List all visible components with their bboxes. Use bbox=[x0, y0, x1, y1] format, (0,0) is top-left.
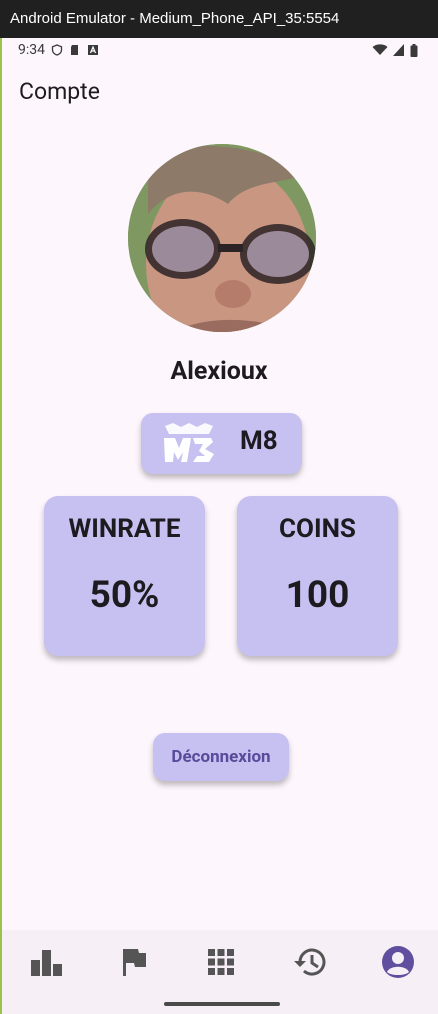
coins-card: COINS 100 bbox=[237, 496, 398, 656]
winrate-label: WINRATE bbox=[68, 514, 181, 544]
nav-history[interactable] bbox=[290, 944, 330, 980]
account-circle-icon bbox=[382, 946, 414, 978]
status-time: 9:34 bbox=[18, 42, 45, 58]
nav-flag[interactable] bbox=[114, 944, 154, 980]
avatar-photo bbox=[128, 144, 316, 332]
logout-button[interactable]: Déconnexion bbox=[153, 733, 289, 781]
signal-icon bbox=[393, 44, 404, 56]
winrate-value: 50% bbox=[89, 574, 160, 617]
battery-icon bbox=[410, 43, 418, 57]
username: Alexioux bbox=[170, 357, 268, 386]
shield-icon bbox=[51, 44, 63, 56]
nav-account[interactable] bbox=[378, 944, 418, 980]
page-title: Compte bbox=[19, 78, 100, 105]
a-badge-icon bbox=[88, 45, 98, 55]
winrate-card: WINRATE 50% bbox=[44, 496, 205, 656]
home-indicator[interactable] bbox=[164, 1002, 280, 1006]
nav-stats[interactable] bbox=[26, 944, 66, 980]
bar-chart-icon bbox=[31, 950, 62, 976]
wifi-icon bbox=[372, 44, 388, 55]
coins-label: COINS bbox=[279, 514, 356, 544]
status-right-icons bbox=[372, 43, 418, 57]
grid-icon bbox=[208, 949, 234, 975]
rank-emblem-icon bbox=[164, 423, 214, 462]
emulator-window: Android Emulator - Medium_Phone_API_35:5… bbox=[0, 0, 438, 1014]
coins-value: 100 bbox=[285, 574, 350, 617]
sd-card-icon bbox=[71, 45, 78, 55]
history-icon bbox=[294, 948, 326, 976]
avatar bbox=[128, 144, 316, 332]
window-title: Android Emulator - Medium_Phone_API_35:5… bbox=[0, 0, 438, 38]
status-bar: 9:34 bbox=[18, 40, 418, 60]
flag-icon bbox=[123, 949, 146, 976]
nav-grid[interactable] bbox=[201, 944, 241, 980]
rank-label: M8 bbox=[240, 426, 278, 456]
rank-chip: M8 bbox=[141, 413, 302, 474]
